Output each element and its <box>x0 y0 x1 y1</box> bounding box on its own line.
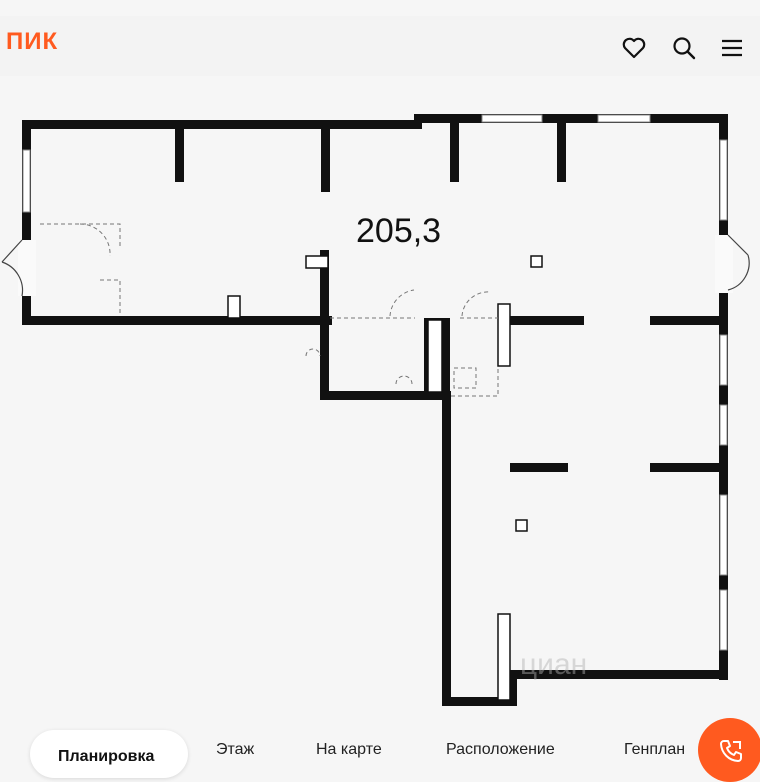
tab-planirovka[interactable]: Планировка <box>30 730 188 778</box>
pik-logo[interactable]: ПИК <box>6 30 58 54</box>
search-icon[interactable] <box>670 34 698 62</box>
tab-etazh[interactable]: Этаж <box>216 742 254 758</box>
menu-icon[interactable] <box>718 34 746 62</box>
tab-na-karte[interactable]: На карте <box>316 742 382 758</box>
tab-planirovka-label: Планировка <box>58 748 155 765</box>
phone-callback-icon <box>720 740 742 762</box>
tab-genplan[interactable]: Генплан <box>624 742 685 758</box>
floor-plan[interactable]: 205,3 циан <box>0 92 760 712</box>
heart-icon[interactable] <box>620 34 648 62</box>
tab-raspolozhenie[interactable]: Расположение <box>446 742 555 758</box>
area-label: 205,3 <box>356 212 442 250</box>
cian-watermark: циан <box>520 648 588 681</box>
call-button[interactable] <box>698 718 760 782</box>
